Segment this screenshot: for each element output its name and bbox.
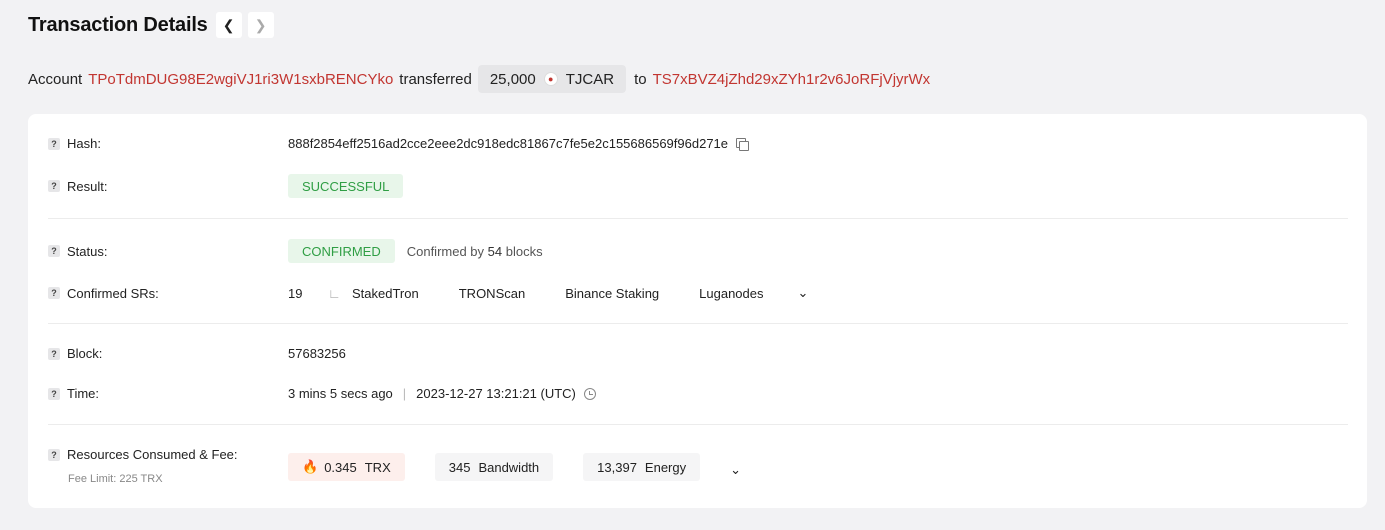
- confirmed-srs-row: ? Confirmed SRs: 19 ∟ StakedTron TRONScan…: [48, 285, 808, 301]
- help-icon[interactable]: ?: [48, 448, 60, 461]
- hash-row: ? Hash: 888f2854eff2516ad2cce2eee2dc918ed…: [48, 136, 750, 151]
- flame-icon: 🔥: [302, 459, 319, 474]
- clock-icon[interactable]: [583, 387, 596, 400]
- sr-count: 19: [288, 285, 303, 301]
- trx-fee-value: 0.345: [324, 459, 357, 475]
- time-relative: 3 mins 5 secs ago: [288, 386, 393, 401]
- help-icon[interactable]: ?: [48, 287, 60, 299]
- block-number-link[interactable]: 57683256: [288, 346, 346, 361]
- copy-icon[interactable]: [736, 137, 750, 151]
- status-row: ? Status: CONFIRMED Confirmed by 54 block…: [48, 239, 543, 263]
- token-logo-icon: ●: [543, 72, 558, 86]
- trx-fee-pill: 🔥 0.345 TRX: [288, 453, 405, 481]
- bandwidth-value: 345: [448, 459, 471, 475]
- help-icon[interactable]: ?: [48, 180, 60, 192]
- time-separator: |: [402, 386, 407, 401]
- page-header: Transaction Details ❮ ❯: [28, 12, 274, 38]
- resources-label: Resources Consumed & Fee:: [67, 447, 238, 462]
- to-label: to: [634, 70, 647, 88]
- chevron-left-icon: ❮: [222, 16, 235, 33]
- chevron-down-icon[interactable]: ⌄: [798, 285, 809, 301]
- divider: [48, 218, 1348, 219]
- sr-link[interactable]: Binance Staking: [565, 286, 659, 301]
- time-absolute: 2023-12-27 13:21:21 (UTC): [416, 386, 576, 401]
- block-label: Block:: [67, 346, 103, 361]
- energy-value: 13,397: [597, 459, 637, 475]
- help-icon[interactable]: ?: [48, 387, 60, 400]
- status-label: Status:: [67, 243, 108, 259]
- energy-unit: Energy: [644, 459, 687, 475]
- confirmed-blocks-suffix: blocks: [505, 243, 543, 259]
- account-label: Account: [28, 70, 83, 88]
- time-label: Time:: [67, 386, 100, 401]
- hash-value: 888f2854eff2516ad2cce2eee2dc918edc81867c…: [288, 136, 729, 151]
- bandwidth-unit: Bandwidth: [478, 459, 540, 475]
- divider: [48, 424, 1348, 425]
- confirmed-blocks-count: 54: [487, 243, 503, 259]
- sr-link[interactable]: TRONScan: [459, 286, 525, 301]
- bandwidth-pill: 345 Bandwidth: [434, 453, 554, 481]
- action-text: transferred: [399, 70, 472, 88]
- amount-value: 25,000: [489, 70, 536, 88]
- to-address-link[interactable]: TS7xBVZ4jZhd29xZYh1r2v6JoRFjVjyrWx: [653, 71, 931, 88]
- divider: [48, 323, 1348, 324]
- trx-fee-unit: TRX: [364, 459, 391, 475]
- confirmed-by-prefix: Confirmed by: [406, 243, 485, 259]
- page-title: Transaction Details: [28, 13, 208, 36]
- result-row: ? Result: SUCCESSFUL: [48, 174, 404, 198]
- amount-pill: 25,000 ● TJCAR: [477, 65, 627, 93]
- details-card: ? Hash: 888f2854eff2516ad2cce2eee2dc918ed…: [28, 114, 1367, 508]
- previous-transaction-button[interactable]: ❮: [215, 12, 242, 38]
- token-symbol-link[interactable]: TJCAR: [566, 71, 614, 88]
- chevron-down-icon[interactable]: ⌄: [730, 462, 741, 478]
- sr-link[interactable]: Luganodes: [699, 286, 763, 301]
- help-icon[interactable]: ?: [48, 347, 60, 360]
- result-label: Result:: [67, 178, 108, 194]
- next-transaction-button[interactable]: ❯: [247, 12, 274, 38]
- fee-limit-text: Fee Limit: 225 TRX: [68, 473, 163, 485]
- status-badge: CONFIRMED: [288, 239, 395, 263]
- chevron-right-icon: ❯: [254, 16, 267, 33]
- from-address-link[interactable]: TPoTdmDUG98E2wgiVJ1ri3W1sxbRENCYko: [88, 71, 393, 88]
- result-badge: SUCCESSFUL: [288, 174, 404, 198]
- confirmed-srs-label: Confirmed SRs:: [67, 285, 159, 301]
- sr-link[interactable]: StakedTron: [352, 286, 419, 301]
- help-icon[interactable]: ?: [48, 137, 60, 150]
- help-icon[interactable]: ?: [48, 245, 60, 257]
- energy-pill: 13,397 Energy: [583, 453, 701, 481]
- block-row: ? Block: 57683256: [48, 346, 346, 361]
- time-row: ? Time: 3 mins 5 secs ago | 2023-12-27 13…: [48, 386, 596, 401]
- tree-branch-icon: ∟: [328, 285, 341, 301]
- transaction-summary: Account TPoTdmDUG98E2wgiVJ1ri3W1sxbRENCY…: [28, 65, 936, 93]
- hash-label: Hash:: [67, 136, 101, 151]
- confirmed-by-text: Confirmed by 54 blocks: [407, 244, 543, 259]
